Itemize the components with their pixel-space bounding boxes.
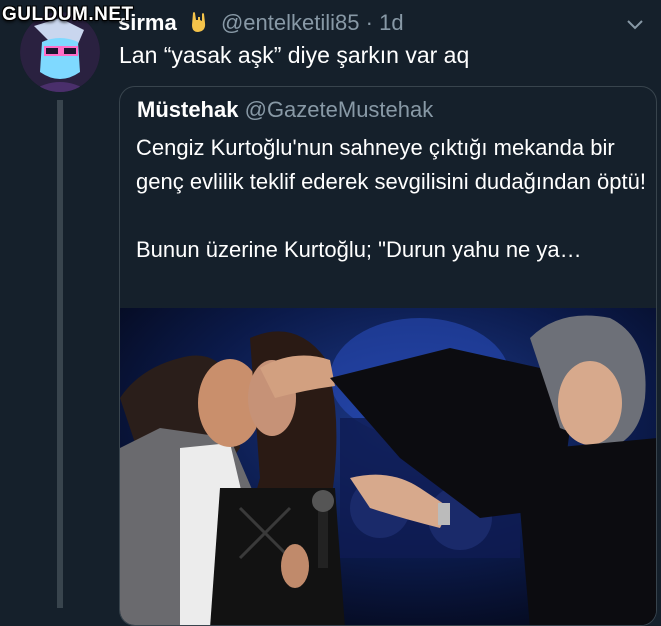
separator-dot: ·: [365, 10, 373, 35]
thread-line: [57, 100, 63, 608]
rock-hand-emoji-icon: [189, 11, 209, 39]
tweet-header: sirma @entelketili85 · 1d: [118, 10, 404, 39]
quoted-tweet-header: Müstehak @GazeteMustehak: [137, 97, 433, 123]
tweet-text: Lan “yasak aşk” diye şarkın var aq: [119, 42, 470, 68]
chevron-down-icon[interactable]: [623, 12, 647, 36]
author-handle[interactable]: @entelketili85: [221, 10, 360, 35]
quoted-text-paragraph-1: Cengiz Kurtoğlu'nun sahneye çıktığı meka…: [136, 135, 646, 194]
quoted-author-handle: @GazeteMustehak: [244, 97, 434, 122]
quoted-text-paragraph-2: Bunun üzerine Kurtoğlu; "Durun yahu ne y…: [136, 237, 582, 262]
timestamp[interactable]: 1d: [379, 10, 403, 35]
quoted-tweet[interactable]: Müstehak @GazeteMustehak Cengiz Kurtoğlu…: [119, 86, 657, 626]
quoted-tweet-image[interactable]: [120, 308, 656, 625]
quoted-tweet-text: Cengiz Kurtoğlu'nun sahneye çıktığı meka…: [136, 131, 646, 267]
quoted-author-name: Müstehak: [137, 97, 239, 122]
watermark: GULDUM.NET: [2, 4, 134, 25]
